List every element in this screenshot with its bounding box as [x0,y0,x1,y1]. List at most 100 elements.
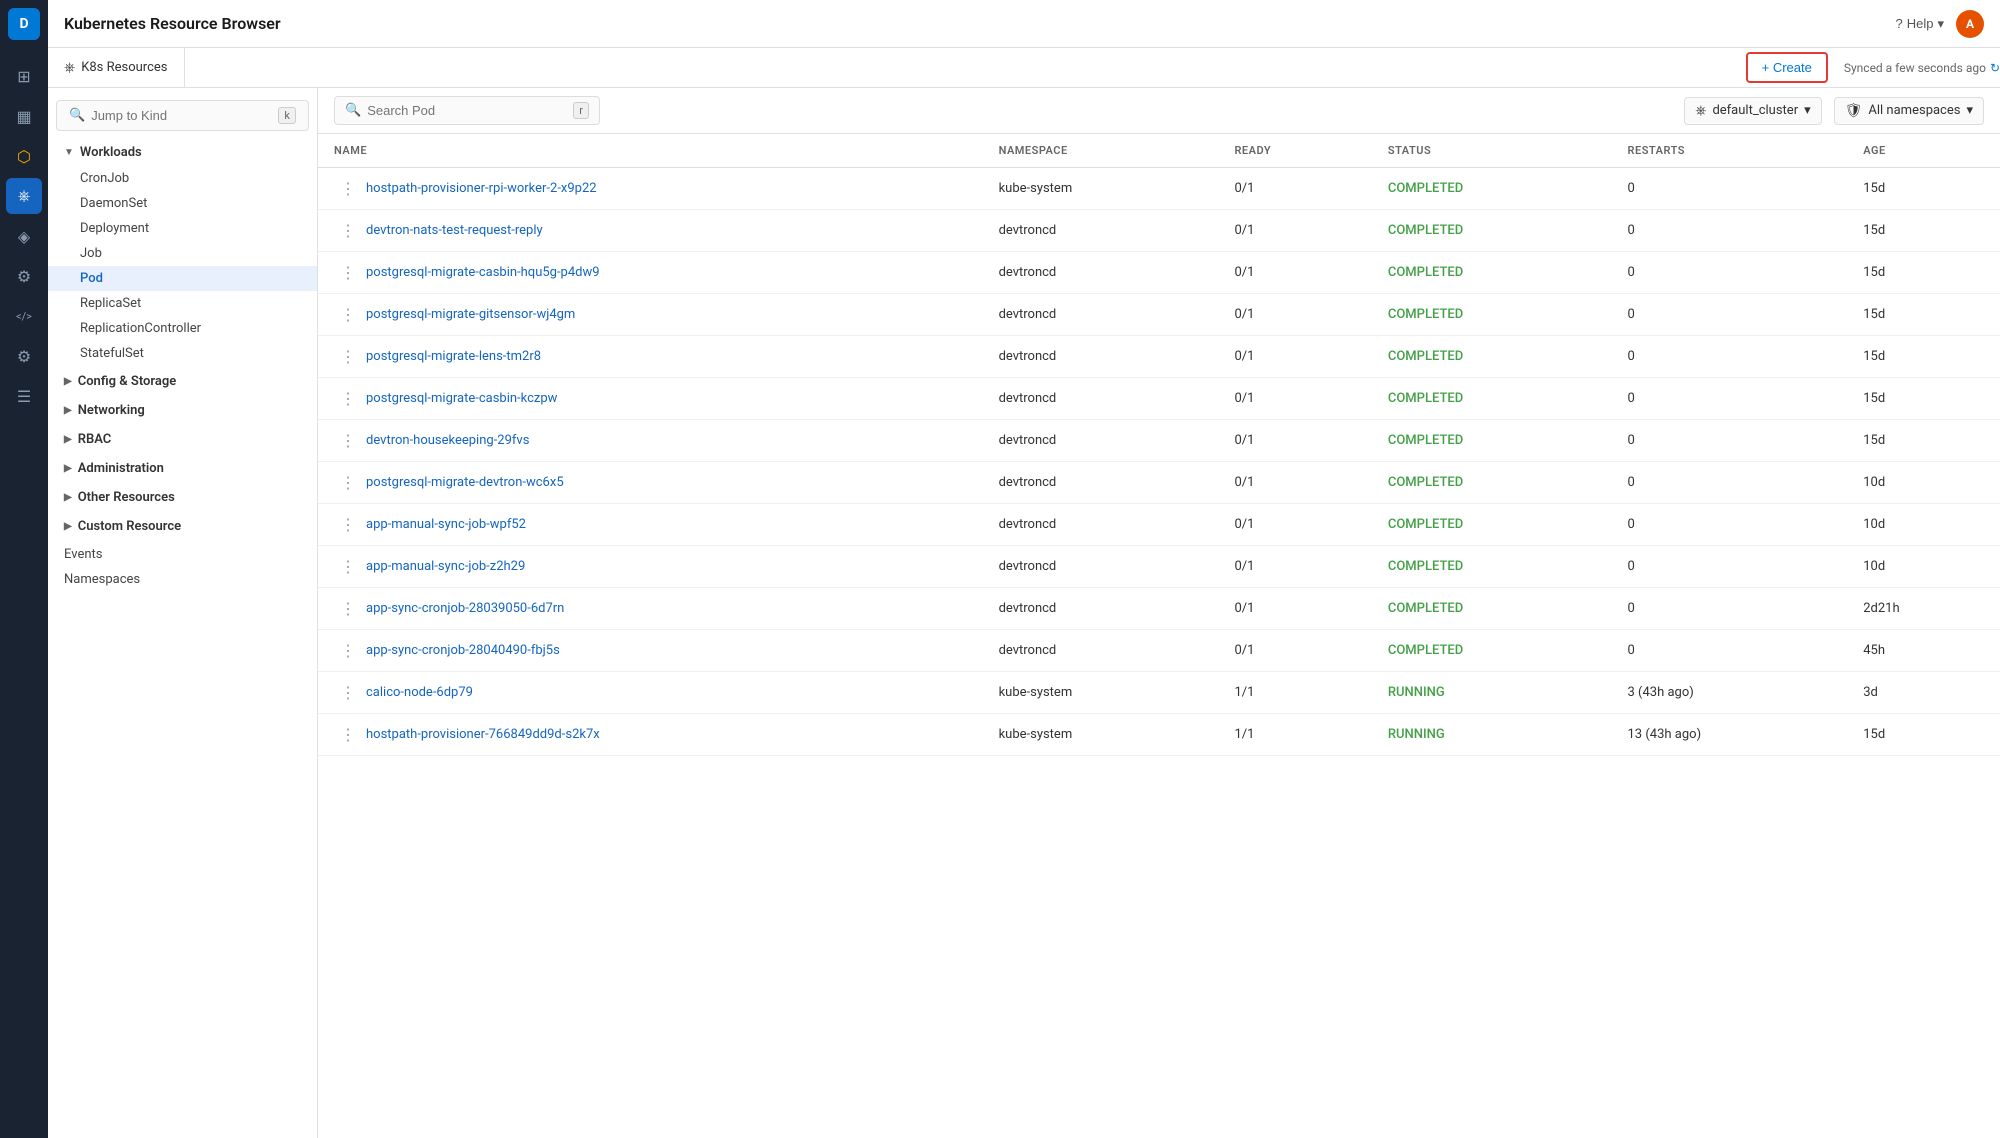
config-icon[interactable]: ⚙ [6,338,42,374]
settings-icon[interactable]: ⚙ [6,258,42,294]
row-name-4[interactable]: ⋮ postgresql-migrate-lens-tm2r8 [318,336,983,378]
workloads-header[interactable]: ▼ Workloads [48,139,317,166]
row-menu-icon-13[interactable]: ⋮ [334,723,362,746]
row-ready-4: 0/1 [1218,336,1371,378]
row-menu-icon-9[interactable]: ⋮ [334,555,362,578]
app-logo[interactable]: D [8,8,40,40]
avatar[interactable]: A [1956,10,1984,38]
jump-to-kind-search[interactable]: 🔍 k [56,100,309,131]
row-namespace-8: devtroncd [983,504,1219,546]
row-menu-icon-7[interactable]: ⋮ [334,471,362,494]
cluster-selector[interactable]: ⎈ default_cluster ▾ [1684,97,1821,125]
nav-item-cronjob[interactable]: CronJob [48,166,317,191]
workloads-section: ▼ Workloads CronJob DaemonSet Deployment… [48,139,317,366]
table-row: ⋮ app-sync-cronjob-28040490-fbj5s devtro… [318,630,2000,672]
row-name-1[interactable]: ⋮ devtron-nats-test-request-reply [318,210,983,252]
code-icon[interactable]: </> [6,298,42,334]
nav-item-job[interactable]: Job [48,241,317,266]
page-title: Kubernetes Resource Browser [64,14,281,33]
row-menu-icon-1[interactable]: ⋮ [334,219,362,242]
row-status-11: COMPLETED [1372,630,1612,672]
row-name-10[interactable]: ⋮ app-sync-cronjob-28039050-6d7rn [318,588,983,630]
row-age-5: 15d [1847,378,2000,420]
nav-item-replicaset[interactable]: ReplicaSet [48,291,317,316]
nav-item-deployment[interactable]: Deployment [48,216,317,241]
row-menu-icon-8[interactable]: ⋮ [334,513,362,536]
table-row: ⋮ postgresql-migrate-devtron-wc6x5 devtr… [318,462,2000,504]
pod-search-input[interactable] [367,103,567,118]
namespace-chevron-icon: ▾ [1966,103,1973,118]
row-menu-icon-5[interactable]: ⋮ [334,387,362,410]
row-name-3[interactable]: ⋮ postgresql-migrate-gitsensor-wj4gm [318,294,983,336]
row-ready-9: 0/1 [1218,546,1371,588]
help-button[interactable]: ? Help ▾ [1895,16,1944,32]
pod-search-bar[interactable]: 🔍 r [334,96,600,125]
config-storage-section: ▶ Config & Storage [48,368,317,395]
create-button[interactable]: + Create [1746,52,1828,83]
row-menu-icon-6[interactable]: ⋮ [334,429,362,452]
row-ready-0: 0/1 [1218,168,1371,210]
nav-item-daemonset[interactable]: DaemonSet [48,191,317,216]
namespace-selector[interactable]: 🛡 All namespaces ▾ [1834,97,1984,125]
row-age-0: 15d [1847,168,2000,210]
row-name-11[interactable]: ⋮ app-sync-cronjob-28040490-fbj5s [318,630,983,672]
row-status-5: COMPLETED [1372,378,1612,420]
row-name-9[interactable]: ⋮ app-manual-sync-job-z2h29 [318,546,983,588]
row-menu-icon-2[interactable]: ⋮ [334,261,362,284]
row-menu-icon-4[interactable]: ⋮ [334,345,362,368]
k8s-tab-icon: ⎈ [64,60,75,76]
row-status-6: COMPLETED [1372,420,1612,462]
custom-resource-header[interactable]: ▶ Custom Resource [48,513,317,540]
table-row: ⋮ devtron-nats-test-request-reply devtro… [318,210,2000,252]
search-input[interactable] [91,108,272,123]
other-resources-header[interactable]: ▶ Other Resources [48,484,317,511]
row-restarts-12: 3 (43h ago) [1612,672,1848,714]
row-name-13[interactable]: ⋮ hostpath-provisioner-766849dd9d-s2k7x [318,714,983,756]
nav-item-namespaces[interactable]: Namespaces [48,567,317,592]
nav-item-pod[interactable]: Pod [48,266,317,291]
dashboard-icon[interactable]: ⊞ [6,58,42,94]
networking-header[interactable]: ▶ Networking [48,397,317,424]
chart-icon[interactable]: ▦ [6,98,42,134]
table-row: ⋮ app-manual-sync-job-wpf52 devtroncd 0/… [318,504,2000,546]
col-name: NAME [318,134,983,168]
table-row: ⋮ app-manual-sync-job-z2h29 devtroncd 0/… [318,546,2000,588]
nav-item-statefulset[interactable]: StatefulSet [48,341,317,366]
row-name-5[interactable]: ⋮ postgresql-migrate-casbin-kczpw [318,378,983,420]
administration-header[interactable]: ▶ Administration [48,455,317,482]
nav-item-replicationcontroller[interactable]: ReplicationController [48,316,317,341]
icon-sidebar: D ⊞ ▦ ⬡ ⎈ ◈ ⚙ </> ⚙ ☰ [0,0,48,1138]
table-row: ⋮ app-sync-cronjob-28039050-6d7rn devtro… [318,588,2000,630]
table-row: ⋮ postgresql-migrate-lens-tm2r8 devtronc… [318,336,2000,378]
row-namespace-13: kube-system [983,714,1219,756]
row-restarts-6: 0 [1612,420,1848,462]
table-row: ⋮ hostpath-provisioner-766849dd9d-s2k7x … [318,714,2000,756]
row-name-2[interactable]: ⋮ postgresql-migrate-casbin-hqu5g-p4dw9 [318,252,983,294]
row-restarts-9: 0 [1612,546,1848,588]
pod-search-icon: 🔍 [345,103,361,118]
config-storage-header[interactable]: ▶ Config & Storage [48,368,317,395]
row-menu-icon-12[interactable]: ⋮ [334,681,362,704]
row-menu-icon-3[interactable]: ⋮ [334,303,362,326]
row-menu-icon-10[interactable]: ⋮ [334,597,362,620]
row-age-12: 3d [1847,672,2000,714]
row-age-1: 15d [1847,210,2000,252]
nav-item-events[interactable]: Events [48,542,317,567]
row-name-12[interactable]: ⋮ calico-node-6dp79 [318,672,983,714]
k8s-resources-tab[interactable]: ⎈ K8s Resources [48,48,185,87]
row-menu-icon-11[interactable]: ⋮ [334,639,362,662]
alert-icon[interactable]: ⬡ [6,138,42,174]
k8s-icon[interactable]: ⎈ [6,178,42,214]
rbac-header[interactable]: ▶ RBAC [48,426,317,453]
row-name-8[interactable]: ⋮ app-manual-sync-job-wpf52 [318,504,983,546]
row-name-7[interactable]: ⋮ postgresql-migrate-devtron-wc6x5 [318,462,983,504]
network-icon[interactable]: ◈ [6,218,42,254]
table-row: ⋮ postgresql-migrate-gitsensor-wj4gm dev… [318,294,2000,336]
row-name-6[interactable]: ⋮ devtron-housekeeping-29fvs [318,420,983,462]
refresh-icon[interactable]: ↻ [1990,61,2000,75]
layers-icon[interactable]: ☰ [6,378,42,414]
row-menu-icon-0[interactable]: ⋮ [334,177,362,200]
table-row: ⋮ calico-node-6dp79 kube-system 1/1 RUNN… [318,672,2000,714]
row-ready-1: 0/1 [1218,210,1371,252]
row-name-0[interactable]: ⋮ hostpath-provisioner-rpi-worker-2-x9p2… [318,168,983,210]
